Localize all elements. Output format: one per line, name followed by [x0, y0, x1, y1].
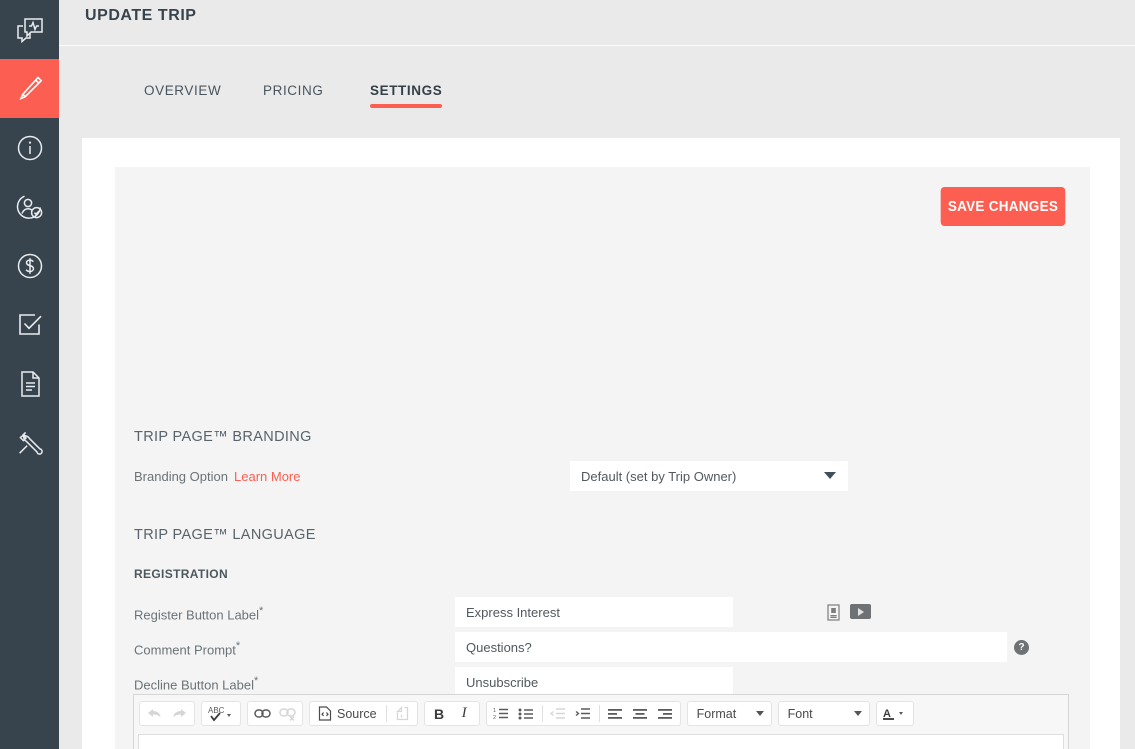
required-asterisk: *	[235, 640, 241, 652]
toolbar-separator	[385, 705, 387, 722]
svg-text:1: 1	[493, 708, 496, 714]
undo-icon[interactable]	[142, 702, 167, 725]
video-play-button[interactable]	[850, 604, 871, 619]
indent-icon[interactable]	[571, 702, 596, 725]
application-root: UPDATE TRIP OVERVIEW PRICING SETTINGS SA…	[0, 0, 1135, 749]
tab-bar: OVERVIEW PRICING SETTINGS	[59, 47, 1135, 138]
svg-text:ABC: ABC	[208, 706, 225, 715]
unlink-icon[interactable]	[275, 702, 300, 725]
mobile-preview-icon[interactable]	[826, 603, 841, 621]
branding-option-label: Branding Option	[134, 469, 228, 484]
source-label: Source	[337, 706, 377, 721]
paste-icon[interactable]	[390, 702, 415, 725]
branding-learn-more-link[interactable]: Learn More	[234, 469, 300, 484]
font-label: Font	[787, 706, 813, 721]
branding-option-value: Default (set by Trip Owner)	[581, 468, 737, 484]
outdent-icon[interactable]	[546, 702, 571, 725]
tab-overview[interactable]: OVERVIEW	[144, 83, 221, 98]
required-asterisk: *	[253, 675, 259, 687]
bold-button[interactable]: B	[427, 702, 452, 725]
branding-option-select[interactable]: Default (set by Trip Owner)	[570, 461, 848, 491]
toolbar-separator	[598, 705, 600, 722]
sidebar-item-documents[interactable]	[0, 354, 59, 413]
decline-button-label-input[interactable]	[455, 667, 733, 697]
pencil-icon	[15, 74, 45, 104]
registration-prompt-editor: ABC Source B I 1 2 Format Font A	[133, 694, 1069, 749]
undo-redo-group	[139, 701, 195, 726]
italic-button[interactable]: I	[452, 702, 477, 725]
text-style-group: B I	[423, 701, 480, 726]
dollar-circle-icon	[16, 252, 44, 280]
sidebar-item-payments[interactable]	[0, 236, 59, 295]
language-section-title: TRIP PAGE™ LANGUAGE	[134, 527, 316, 543]
decline-button-label-label: Decline Button Label*	[134, 675, 259, 693]
numbered-list-icon[interactable]: 1 2	[489, 702, 514, 725]
tab-settings-label: SETTINGS	[370, 83, 443, 98]
link-icon[interactable]	[250, 702, 275, 725]
branding-section-title: TRIP PAGE™ BRANDING	[134, 429, 312, 445]
settings-card: SAVE CHANGES TRIP PAGE™ BRANDING Brandin…	[82, 138, 1120, 749]
chevron-down-icon	[755, 711, 764, 716]
sidebar-item-edit-trip[interactable]	[0, 59, 59, 118]
format-label: Format	[696, 706, 737, 721]
sidebar-item-trip-info[interactable]	[0, 118, 59, 177]
spellcheck-icon[interactable]: ABC	[204, 702, 238, 725]
tab-pricing-label: PRICING	[263, 83, 324, 98]
tab-overview-label: OVERVIEW	[144, 83, 222, 98]
document-icon	[18, 370, 42, 398]
editor-toolbar: ABC Source B I 1 2 Format Font A	[134, 695, 1068, 732]
link-group	[247, 701, 303, 726]
source-group: Source	[309, 701, 418, 726]
format-dropdown[interactable]: Format	[686, 701, 772, 726]
text-color-icon[interactable]: A	[879, 702, 911, 725]
chevron-down-icon	[824, 472, 836, 479]
sidebar-item-tasks[interactable]	[0, 295, 59, 354]
spellcheck-group: ABC	[201, 701, 241, 726]
info-circle-icon	[16, 134, 44, 162]
comment-prompt-label: Comment Prompt*	[134, 640, 241, 658]
editor-content-area[interactable]	[138, 734, 1064, 749]
chevron-down-icon	[853, 711, 862, 716]
sidebar-item-messages-activity[interactable]	[0, 0, 59, 59]
sidebar-item-travelers[interactable]	[0, 177, 59, 236]
register-button-label-label: Register Button Label*	[134, 605, 264, 623]
list-align-group: 1 2	[485, 701, 681, 726]
chat-pulse-icon	[16, 17, 44, 43]
save-changes-button[interactable]: SAVE CHANGES	[940, 187, 1066, 226]
page-title: UPDATE TRIP	[85, 7, 197, 24]
active-tab-indicator	[370, 104, 443, 108]
font-dropdown[interactable]: Font	[777, 701, 870, 726]
user-check-icon	[15, 192, 44, 221]
settings-panel: SAVE CHANGES TRIP PAGE™ BRANDING Brandin…	[115, 167, 1090, 749]
text-color-group: A	[875, 701, 914, 726]
comment-prompt-help-icon[interactable]: ?	[1014, 640, 1029, 655]
bulleted-list-icon[interactable]	[514, 702, 539, 725]
source-button[interactable]: Source	[312, 702, 383, 725]
svg-text:2: 2	[493, 715, 496, 720]
align-left-icon[interactable]	[603, 702, 628, 725]
redo-icon[interactable]	[167, 702, 192, 725]
play-icon	[858, 607, 864, 616]
align-right-icon[interactable]	[653, 702, 678, 725]
tab-settings[interactable]: SETTINGS	[370, 83, 443, 108]
align-center-icon[interactable]	[628, 702, 653, 725]
toolbar-separator	[541, 705, 543, 722]
required-asterisk: *	[259, 605, 264, 617]
left-sidebar	[0, 0, 59, 749]
page-header: UPDATE TRIP	[59, 0, 1135, 46]
registration-subsection-title: REGISTRATION	[134, 567, 228, 581]
tab-pricing[interactable]: PRICING	[263, 83, 323, 98]
checkbox-icon	[17, 312, 43, 338]
sidebar-item-settings-tools[interactable]	[0, 413, 59, 472]
comment-prompt-input[interactable]	[455, 632, 1007, 662]
register-button-label-input[interactable]	[455, 597, 733, 627]
wrench-icon	[16, 429, 44, 457]
